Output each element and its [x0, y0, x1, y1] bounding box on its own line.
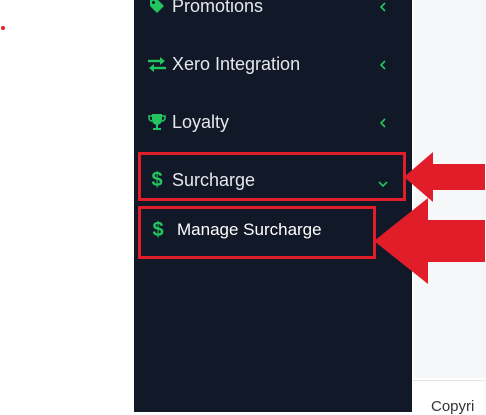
sidebar-item-label: Promotions	[172, 0, 264, 16]
trophy-icon	[146, 111, 168, 133]
sidebar-item-loyalty[interactable]: Loyalty	[134, 102, 412, 142]
sidebar-item-label: Xero Integration	[172, 53, 301, 74]
highlight-box-surcharge	[138, 152, 406, 201]
footer-divider	[412, 380, 486, 381]
red-dot-marker	[1, 26, 5, 30]
chevron-left-icon	[378, 0, 388, 18]
arrows-exchange-icon	[146, 53, 168, 75]
sidebar-item-promotions[interactable]: Promotions	[134, 0, 412, 26]
sidebar-item-label: Loyalty	[172, 111, 230, 132]
highlight-box-manage-surcharge	[138, 206, 376, 259]
tag-icon	[146, 0, 168, 17]
chevron-left-icon	[378, 113, 388, 134]
chevron-left-icon	[378, 55, 388, 76]
red-arrow-icon	[374, 198, 485, 284]
footer-copyright: Copyri	[431, 398, 475, 415]
sidebar-item-xero-integration[interactable]: Xero Integration	[134, 44, 412, 84]
